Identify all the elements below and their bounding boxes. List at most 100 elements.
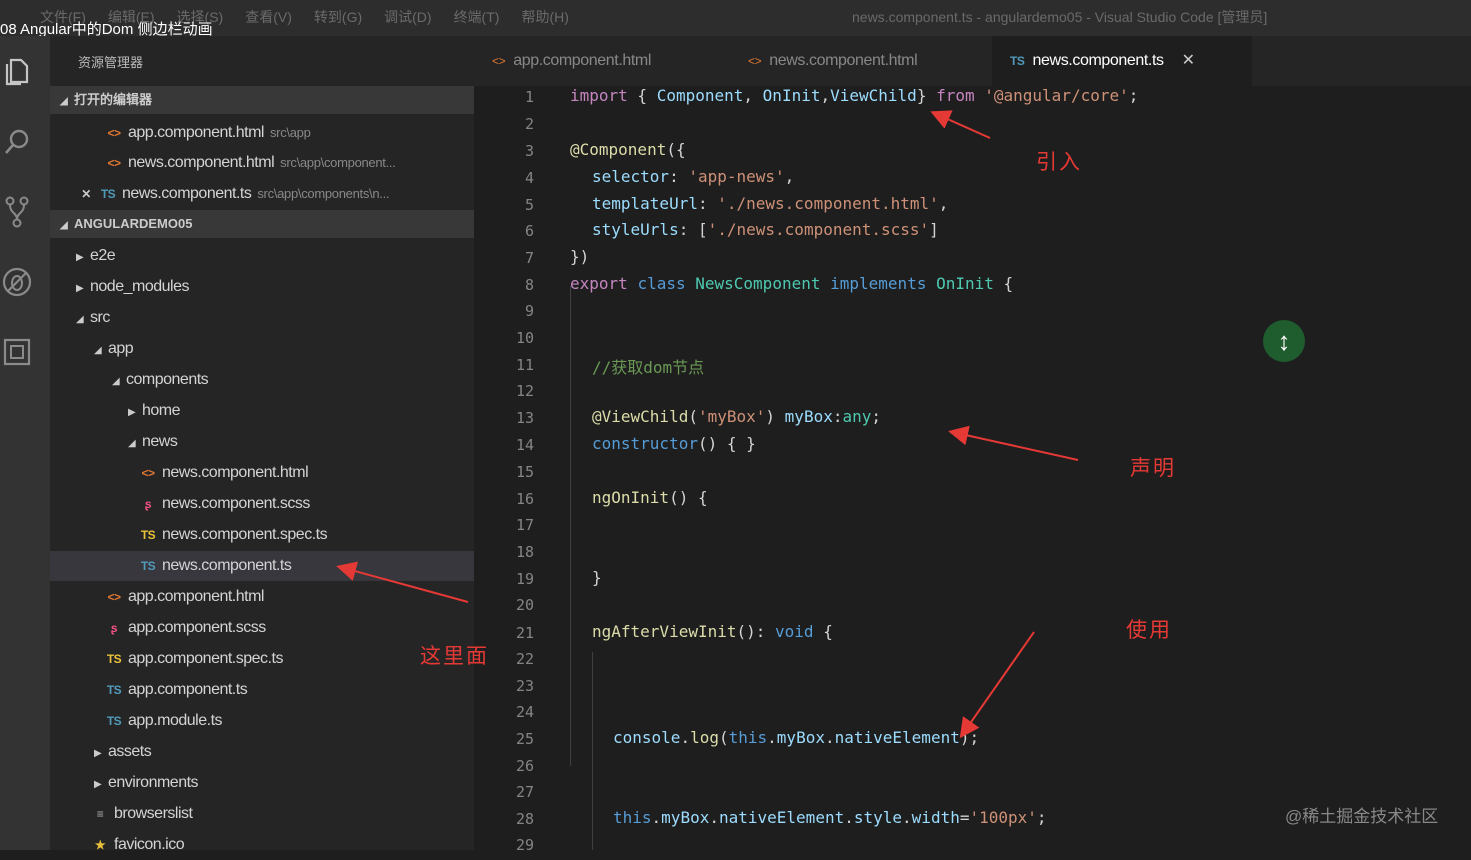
code-line: templateUrl: './news.component.html', xyxy=(592,194,949,213)
menu-help[interactable]: 帮助(H) xyxy=(521,7,568,27)
chevron-right-icon: ▶ xyxy=(94,779,102,790)
tree-file[interactable]: ★ favicon.ico xyxy=(50,830,514,860)
html-file-icon: <> xyxy=(141,466,155,480)
menu-go[interactable]: 转到(G) xyxy=(314,7,362,27)
html-file-icon: <> xyxy=(748,54,762,68)
files-icon[interactable] xyxy=(0,52,34,92)
code-line: this.myBox.nativeElement.style.width='10… xyxy=(613,808,1047,827)
resize-cursor-icon: ↕ xyxy=(1263,320,1305,362)
code-line: } xyxy=(592,568,602,587)
ts-file-icon: TS xyxy=(100,187,116,201)
close-icon[interactable]: ✕ xyxy=(78,179,94,209)
debug-icon[interactable] xyxy=(0,262,34,302)
scss-file-icon: ʂ xyxy=(110,621,118,635)
ts-spec-file-icon: TS xyxy=(106,652,122,666)
code-line: export class NewsComponent implements On… xyxy=(570,274,1014,293)
code-line: import { Component, OnInit,ViewChild} fr… xyxy=(570,86,1139,105)
tree-folder-src[interactable]: ◢ src xyxy=(50,303,500,333)
chevron-down-icon: ◢ xyxy=(60,96,68,107)
tab-news-component-html[interactable]: <> news.component.html xyxy=(730,36,935,86)
chevron-right-icon: ▶ xyxy=(128,407,136,418)
code-editor[interactable]: 1 2 3 4 5 6 7 8 9 10 11 12 13 14 15 16 17 18 19 20 21 22 23 24 2… xyxy=(474,86,1471,854)
code-line: console.log(this.myBox.nativeElement); xyxy=(613,728,980,747)
line-number: 14 xyxy=(515,436,534,454)
line-number: 12 xyxy=(515,382,534,400)
watermark: @稀土掘金技术社区 xyxy=(1285,807,1439,826)
indent-guide xyxy=(592,652,593,850)
tree-file[interactable]: ʂ app.component.scss xyxy=(50,613,528,643)
code-line: ngAfterViewInit(): void { xyxy=(592,622,833,641)
ts-spec-file-icon: TS xyxy=(140,528,156,542)
html-file-icon: <> xyxy=(107,156,121,170)
line-number: 5 xyxy=(524,196,534,214)
code-line: @ViewChild('myBox') myBox:any; xyxy=(592,407,882,426)
code-line: @Component({ xyxy=(570,140,686,159)
open-editor-item-active[interactable]: ✕ TS news.component.ts src\app\components\n… xyxy=(50,179,502,209)
line-number: 9 xyxy=(524,302,534,320)
open-editors-section[interactable]: ◢ 打开的编辑器 xyxy=(50,86,474,114)
ts-file-icon: TS xyxy=(140,559,156,573)
line-number: 28 xyxy=(515,810,534,828)
line-number: 4 xyxy=(524,169,534,187)
ts-file-icon: TS xyxy=(106,714,122,728)
tree-folder-node-modules[interactable]: ▶ node_modules xyxy=(50,272,500,302)
project-section[interactable]: ◢ ANGULARDEMO05 xyxy=(50,210,474,238)
html-file-icon: <> xyxy=(107,126,121,140)
tree-folder-e2e[interactable]: ▶ e2e xyxy=(50,241,500,271)
scss-file-icon: ʂ xyxy=(144,497,152,511)
menu-terminal[interactable]: 终端(T) xyxy=(454,7,500,27)
tree-file[interactable]: TS app.component.ts xyxy=(50,675,528,705)
text-file-icon: ≡ xyxy=(96,807,104,821)
line-number: 10 xyxy=(515,329,534,347)
tree-folder-environments[interactable]: ▶ environments xyxy=(50,768,518,798)
ts-file-icon: TS xyxy=(106,683,122,697)
chevron-down-icon: ◢ xyxy=(128,438,136,449)
chevron-down-icon: ◢ xyxy=(112,376,120,387)
html-file-icon: <> xyxy=(492,54,506,68)
editor-tabs: <> app.component.html <> news.component.ht… xyxy=(474,36,1471,86)
tree-file[interactable]: ≡ browserslist xyxy=(50,799,514,829)
explorer-sidebar: 资源管理器 ◢ 打开的编辑器 <> app.component.html src\ap… xyxy=(50,36,562,853)
star-icon: ★ xyxy=(94,838,106,852)
source-control-icon[interactable] xyxy=(0,192,34,232)
line-number: 2 xyxy=(524,115,534,133)
tab-app-component-html[interactable]: <> app.component.html xyxy=(474,36,669,86)
line-number: 13 xyxy=(515,409,534,427)
annotation-declare: 声明 xyxy=(1130,457,1176,480)
line-number: 11 xyxy=(515,356,534,374)
line-number: 27 xyxy=(515,783,534,801)
line-number: 16 xyxy=(515,490,534,508)
tree-folder-app[interactable]: ◢ app xyxy=(50,334,518,364)
line-number: 1 xyxy=(524,88,534,106)
tree-folder-components[interactable]: ◢ components xyxy=(50,365,536,395)
annotation-use: 使用 xyxy=(1126,619,1172,642)
chevron-down-icon: ◢ xyxy=(94,345,102,356)
menu-view[interactable]: 查看(V) xyxy=(245,7,292,27)
line-number: 7 xyxy=(524,249,534,267)
extensions-icon[interactable] xyxy=(0,332,34,372)
line-number: 23 xyxy=(515,677,534,695)
line-number: 17 xyxy=(515,516,534,534)
chevron-right-icon: ▶ xyxy=(94,748,102,759)
search-icon[interactable] xyxy=(0,122,34,162)
code-line: selector: 'app-news', xyxy=(592,167,795,186)
tree-file[interactable]: <> app.component.html xyxy=(50,582,528,612)
chevron-right-icon: ▶ xyxy=(76,252,84,263)
menu-debug[interactable]: 调试(D) xyxy=(384,7,431,27)
line-number: 15 xyxy=(515,463,534,481)
code-line: styleUrls: ['./news.component.scss'] xyxy=(592,220,939,239)
tree-file[interactable]: TS app.module.ts xyxy=(50,706,528,736)
open-editor-item[interactable]: <> news.component.html src\app\component..… xyxy=(50,148,528,178)
code-line: ngOnInit() { xyxy=(592,488,708,507)
line-number: 24 xyxy=(515,703,534,721)
line-number: 21 xyxy=(515,624,534,642)
ts-file-icon: TS xyxy=(1010,54,1025,68)
line-number: 6 xyxy=(524,222,534,240)
tree-folder-assets[interactable]: ▶ assets xyxy=(50,737,518,767)
open-editor-item[interactable]: <> app.component.html src\app xyxy=(50,118,528,148)
code-line: //获取dom节点 xyxy=(592,358,705,377)
close-icon[interactable]: ✕ xyxy=(1182,52,1195,69)
code-line: }) xyxy=(570,247,590,266)
activity-bar xyxy=(0,36,50,850)
tab-news-component-ts[interactable]: TS news.component.ts ✕ xyxy=(992,36,1252,86)
